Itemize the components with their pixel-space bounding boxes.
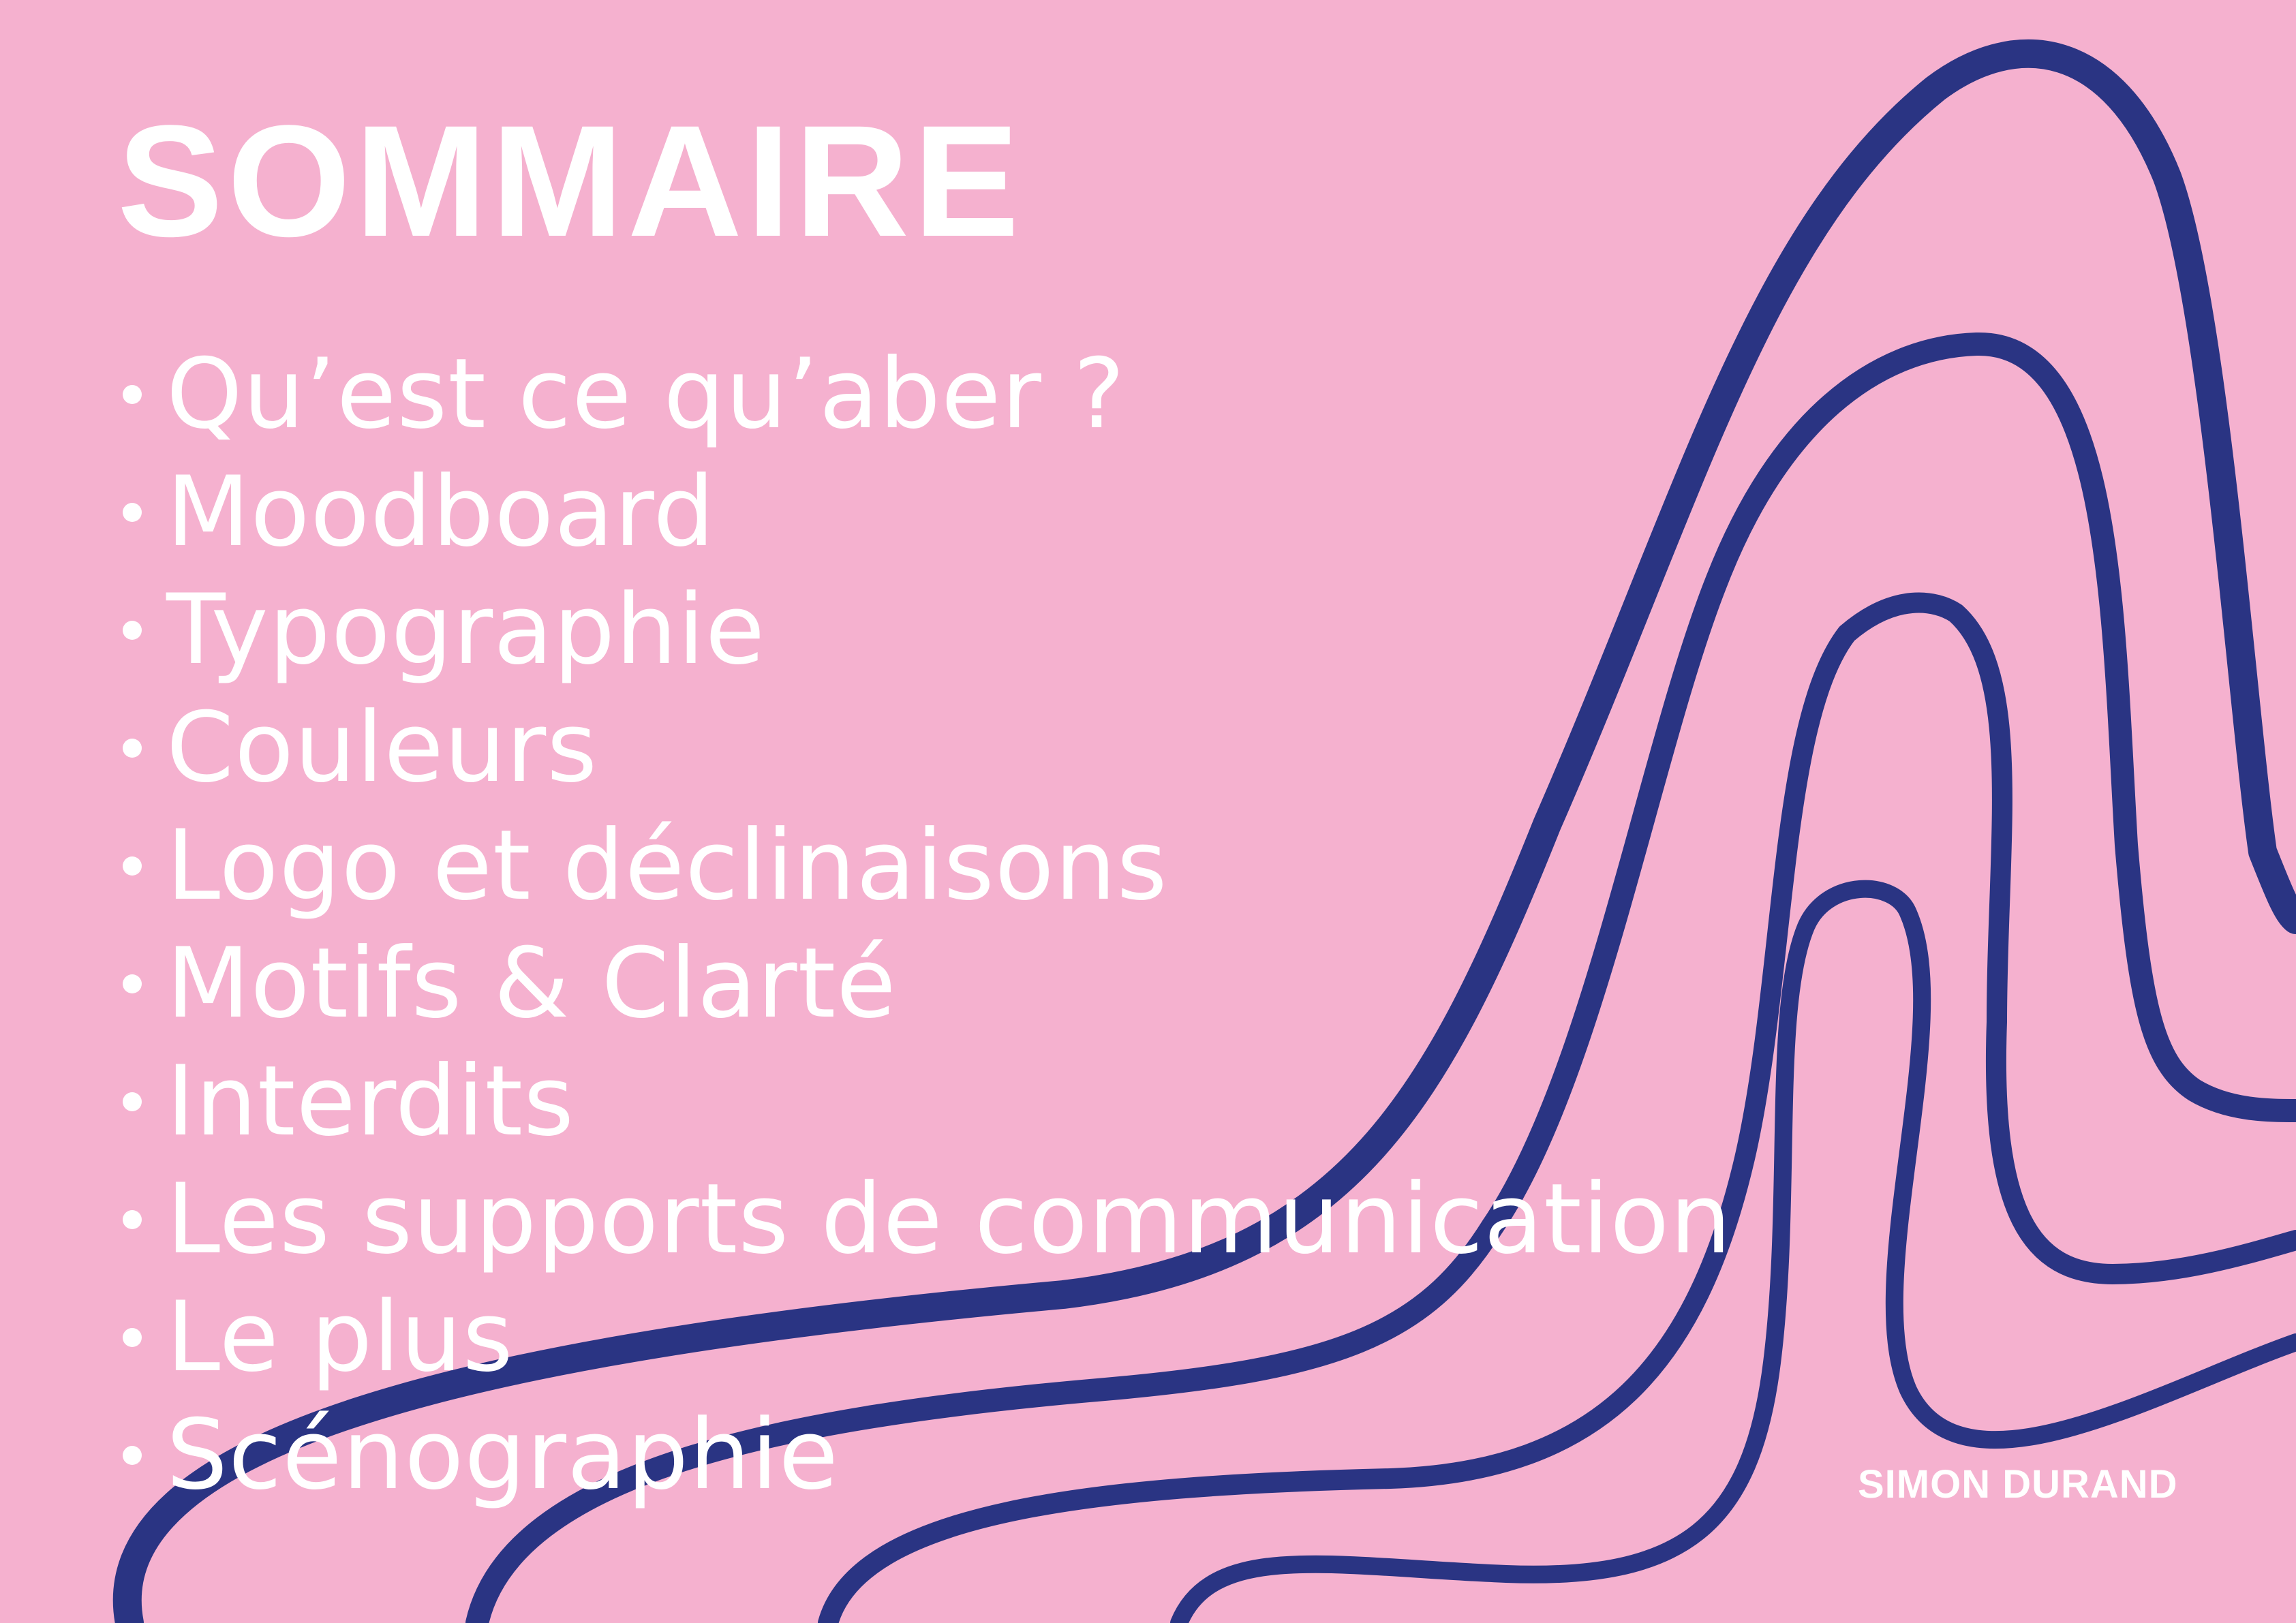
toc-item: Couleurs (117, 689, 1732, 807)
toc-item: Scénographie (117, 1396, 1732, 1514)
toc-item-label: Qu’est ce qu’aber ? (166, 337, 1126, 450)
toc-item-label: Scénographie (166, 1398, 839, 1511)
bullet-icon (123, 1445, 142, 1465)
toc-item: Qu’est ce qu’aber ? (117, 335, 1732, 453)
toc-item-label: Couleurs (166, 691, 598, 804)
toc-item: Motifs & Clarté (117, 925, 1732, 1042)
slide-canvas: SOMMAIRE Qu’est ce qu’aber ? Moodboard T… (0, 0, 2296, 1623)
bullet-icon (123, 856, 142, 876)
toc-item: Interdits (117, 1042, 1732, 1160)
toc-item-label: Les supports de communication (166, 1162, 1732, 1276)
toc-item-label: Le plus (166, 1280, 514, 1393)
bullet-icon (123, 620, 142, 640)
bullet-icon (123, 738, 142, 758)
toc-item-label: Typographie (166, 573, 766, 686)
bullet-icon (123, 384, 142, 404)
bullet-icon (123, 1209, 142, 1229)
toc-item-label: Moodboard (166, 455, 716, 568)
toc-item: Les supports de communication (117, 1160, 1732, 1278)
bullet-icon (123, 502, 142, 522)
bullet-icon (123, 1327, 142, 1347)
toc-item: Typographie (117, 571, 1732, 689)
toc-item: Moodboard (117, 453, 1732, 571)
toc-item-label: Motifs & Clarté (166, 927, 897, 1040)
brand-signature: SIMON DURAND (1858, 1462, 2178, 1506)
toc-item: Le plus (117, 1278, 1732, 1396)
toc-item-label: Interdits (166, 1045, 575, 1158)
bullet-icon (123, 1092, 142, 1111)
bullet-icon (123, 974, 142, 993)
toc-item-label: Logo et déclinaisons (166, 809, 1168, 922)
table-of-contents: Qu’est ce qu’aber ? Moodboard Typographi… (117, 335, 1732, 1514)
toc-item: Logo et déclinaisons (117, 807, 1732, 925)
page-title: SOMMAIRE (117, 93, 1024, 270)
